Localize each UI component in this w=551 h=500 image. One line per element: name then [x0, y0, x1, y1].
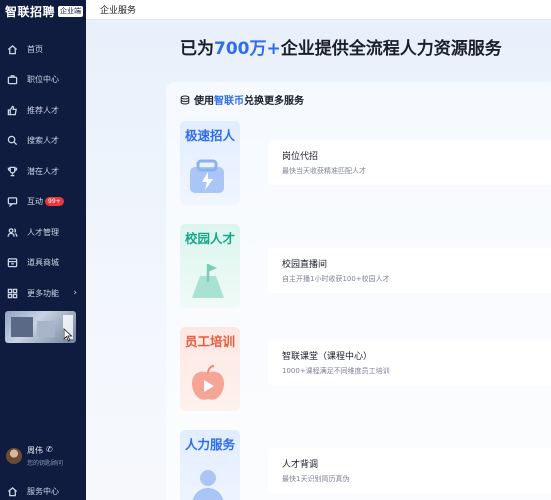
chevron-right-icon: ›	[73, 288, 77, 298]
coin-stack-icon	[180, 95, 190, 105]
sidebar-item-interact[interactable]: 互动 99+	[0, 187, 86, 218]
service-card-recruit[interactable]: 极速招人	[180, 121, 240, 205]
hero-suffix: 企业提供全流程人力资源服务	[280, 39, 502, 59]
sidebar-item-label: 推荐人才	[27, 105, 59, 115]
sidebar-item-label: 互动	[27, 197, 43, 207]
store-icon	[7, 257, 18, 268]
service-card-title: 校园人才	[184, 231, 235, 246]
main-content: 已为700万+企业提供全流程人力资源服务 使用 智联币 兑换更多服务 极速招人 岗位…	[86, 20, 551, 500]
thumbnail-graphic	[11, 317, 33, 337]
flag-icon	[192, 264, 224, 298]
notification-badge: 99+	[45, 197, 64, 207]
hero-prefix: 已为	[180, 39, 214, 59]
panel-heading-suffix: 兑换更多服务	[244, 96, 304, 107]
thumbnail-graphic	[37, 321, 55, 337]
home-icon	[7, 44, 18, 55]
service-item-desc: 最快1天识别简历真伪	[282, 475, 350, 483]
briefcase-icon	[190, 159, 224, 193]
service-card-title: 员工培训	[184, 334, 235, 349]
service-item-desc: 最快当天收获精准匹配人才	[282, 167, 366, 175]
service-item-title: 人才背调	[282, 460, 319, 470]
service-center-button[interactable]: 服务中心	[7, 486, 59, 497]
hero-headline: 已为700万+企业提供全流程人力资源服务	[180, 34, 502, 59]
service-card-training[interactable]: 员工培训	[180, 327, 240, 411]
cursor-icon	[63, 328, 73, 342]
service-item-recruit[interactable]: 岗位代招 最快当天收获精准匹配人才	[268, 140, 551, 185]
service-item-title: 智联课堂（课程中心）	[282, 352, 373, 362]
service-card-campus[interactable]: 校园人才	[180, 224, 240, 308]
sidebar-item-talent-manage[interactable]: 人才管理	[0, 217, 86, 248]
chat-icon	[7, 196, 18, 208]
trophy-icon	[7, 166, 18, 177]
sidebar-item-jobs[interactable]: 职位中心	[0, 65, 86, 96]
sidebar-item-label: 道具商城	[27, 258, 59, 268]
service-item-campus[interactable]: 校园直播间 自主开播1小时收获100+校园人才	[268, 248, 551, 293]
thumb-up-icon	[7, 105, 18, 116]
top-bar: 企业服务	[86, 0, 551, 20]
service-item-desc: 自主开播1小时收获100+校园人才	[282, 275, 390, 283]
sidebar: 智联招聘 企业端 首页 职位中心 推荐人才 搜索人才 潜在人才 互动 99+ 人…	[0, 0, 86, 500]
sidebar-item-label: 更多功能	[27, 288, 59, 298]
user-name: 周伟	[27, 446, 43, 455]
user-profile[interactable]: 周伟 ✆ 您的钥匙顾问	[6, 444, 84, 472]
brand[interactable]: 智联招聘 企业端	[0, 0, 86, 22]
brand-logo: 智联招聘	[5, 4, 56, 19]
page-title: 企业服务	[100, 6, 137, 16]
service-card-hr[interactable]: 人力服务	[180, 430, 240, 500]
person-icon	[192, 470, 224, 500]
grid-icon	[7, 288, 18, 299]
avatar	[6, 448, 22, 464]
panel-heading: 使用 智联币 兑换更多服务	[180, 92, 304, 107]
home-icon	[7, 486, 18, 497]
panel-heading-prefix: 使用	[194, 96, 214, 107]
sidebar-item-search[interactable]: 搜索人才	[0, 126, 86, 157]
panel-heading-coin: 智联币	[214, 96, 244, 107]
service-card-title: 人力服务	[184, 437, 235, 452]
sidebar-item-potential[interactable]: 潜在人才	[0, 156, 86, 187]
phone-icon[interactable]: ✆	[46, 445, 53, 454]
sidebar-item-label: 职位中心	[27, 75, 59, 85]
sidebar-item-more[interactable]: 更多功能 ›	[0, 278, 86, 309]
service-item-hr[interactable]: 人才背调 最快1天识别简历真伪	[268, 448, 551, 493]
user-subtitle: 您的钥匙顾问	[27, 460, 64, 467]
service-card-title: 极速招人	[184, 128, 235, 143]
service-item-title: 岗位代招	[282, 152, 319, 162]
service-item-training[interactable]: 智联课堂（课程中心） 1000+课程满足不同维度员工培训	[268, 340, 551, 385]
sidebar-item-label: 首页	[27, 44, 43, 54]
sidebar-item-store[interactable]: 道具商城	[0, 248, 86, 279]
apple-play-icon	[191, 365, 225, 400]
sidebar-item-label: 人才管理	[27, 227, 59, 237]
hero-number: 700万+	[214, 39, 281, 59]
briefcase-icon	[7, 74, 18, 85]
search-icon	[7, 135, 18, 146]
sidebar-nav: 首页 职位中心 推荐人才 搜索人才 潜在人才 互动 99+ 人才管理 道具商城 …	[0, 34, 86, 309]
sidebar-item-recommend[interactable]: 推荐人才	[0, 95, 86, 126]
service-item-title: 校园直播间	[282, 260, 328, 270]
sidebar-item-label: 搜索人才	[27, 136, 59, 146]
brand-badge: 企业端	[58, 5, 84, 17]
people-icon	[7, 227, 18, 238]
service-item-desc: 1000+课程满足不同维度员工培训	[282, 367, 390, 375]
sidebar-item-label: 潜在人才	[27, 166, 59, 176]
service-center-label: 服务中心	[27, 487, 59, 496]
sidebar-item-home[interactable]: 首页	[0, 34, 86, 65]
